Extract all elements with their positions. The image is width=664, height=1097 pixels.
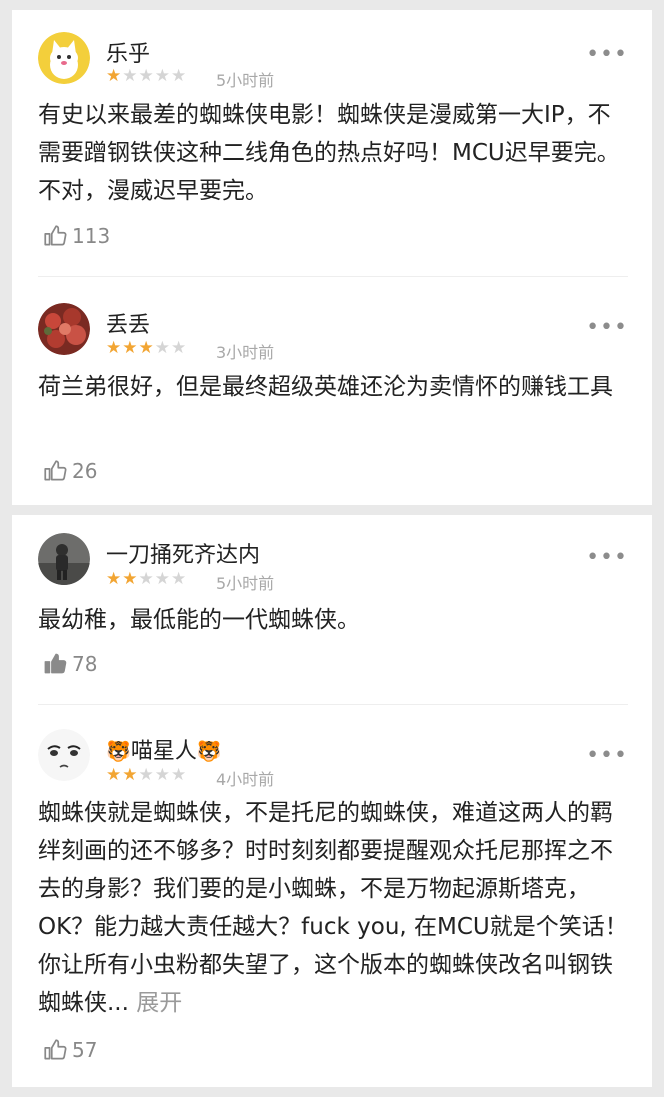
comment-text: 荷兰弟很好，但是最终超级英雄还沦为卖情怀的赚钱工具	[38, 374, 613, 400]
avatar[interactable]	[38, 533, 90, 585]
comment-item: 🐯喵星人🐯 ★★★★★ 4小时前 ••• 蜘蛛侠就是蜘蛛侠，不是托尼的蜘蛛侠，难…	[12, 707, 652, 1087]
star-empty-icon: ★	[122, 66, 139, 86]
star-filled-icon: ★	[138, 338, 155, 358]
comment-text: 蜘蛛侠就是蜘蛛侠，不是托尼的蜘蛛侠，难道这两人的羁绊刻画的还不够多？时时刻刻都要…	[38, 800, 628, 1016]
avatar[interactable]	[38, 303, 90, 355]
timestamp: 5小时前	[216, 574, 275, 593]
star-empty-icon: ★	[138, 66, 155, 86]
star-rating: ★★★★★	[106, 569, 187, 589]
comment-text: 最幼稚，最低能的一代蜘蛛侠。	[38, 607, 360, 633]
tiger-icon: 🐯	[196, 739, 222, 763]
star-empty-icon: ★	[171, 765, 188, 785]
username[interactable]: 丢丢	[106, 307, 150, 339]
thumbs-up-icon	[44, 1039, 67, 1060]
tiger-icon: 🐯	[106, 739, 131, 763]
like-button[interactable]: 26	[42, 458, 97, 484]
star-filled-icon: ★	[106, 765, 123, 785]
star-rating: ★★★★★	[106, 66, 187, 86]
username[interactable]: 一刀捅死齐达内	[106, 537, 260, 569]
star-empty-icon: ★	[138, 569, 155, 589]
star-rating: ★★★★★	[106, 765, 187, 785]
comment-item: 乐乎 ★★★★★ 5小时前 ••• 有史以来最差的蜘蛛侠电影！蜘蛛侠是漫威第一大…	[12, 10, 652, 278]
comment-text: 有史以来最差的蜘蛛侠电影！蜘蛛侠是漫威第一大IP，不需要蹭钢铁侠这种二线角色的热…	[38, 102, 620, 204]
username[interactable]: 乐乎	[106, 36, 150, 68]
divider	[38, 276, 628, 277]
star-empty-icon: ★	[154, 569, 171, 589]
avatar[interactable]	[38, 32, 90, 84]
like-count: 26	[72, 459, 98, 483]
like-button[interactable]: 113	[42, 223, 110, 249]
star-filled-icon: ★	[106, 569, 123, 589]
star-empty-icon: ★	[171, 569, 188, 589]
timestamp: 5小时前	[216, 71, 275, 90]
star-empty-icon: ★	[154, 66, 171, 86]
timestamp: 3小时前	[216, 343, 275, 362]
more-icon[interactable]: •••	[586, 745, 628, 767]
like-count: 57	[72, 1038, 98, 1062]
star-filled-icon: ★	[122, 338, 139, 358]
star-empty-icon: ★	[171, 338, 188, 358]
star-filled-icon: ★	[122, 569, 139, 589]
timestamp: 4小时前	[216, 770, 275, 789]
review-card: 一刀捅死齐达内 ★★★★★ 5小时前 ••• 最幼稚，最低能的一代蜘蛛侠。 78…	[12, 515, 652, 1087]
comment-item: 一刀捅死齐达内 ★★★★★ 5小时前 ••• 最幼稚，最低能的一代蜘蛛侠。 78	[12, 515, 652, 705]
star-empty-icon: ★	[138, 765, 155, 785]
divider	[38, 704, 628, 705]
star-empty-icon: ★	[154, 338, 171, 358]
more-icon[interactable]: •••	[586, 547, 628, 569]
more-icon[interactable]: •••	[586, 317, 628, 339]
star-filled-icon: ★	[122, 765, 139, 785]
like-count: 78	[72, 652, 98, 676]
star-filled-icon: ★	[106, 338, 123, 358]
star-empty-icon: ★	[171, 66, 188, 86]
like-button[interactable]: 78	[42, 651, 97, 677]
expand-link[interactable]: 展开	[136, 990, 182, 1016]
thumbs-up-icon	[44, 225, 67, 246]
username[interactable]: 🐯喵星人🐯	[106, 733, 222, 765]
review-card: 乐乎 ★★★★★ 5小时前 ••• 有史以来最差的蜘蛛侠电影！蜘蛛侠是漫威第一大…	[12, 10, 652, 505]
like-button[interactable]: 57	[42, 1037, 97, 1063]
more-icon[interactable]: •••	[586, 44, 628, 66]
star-rating: ★★★★★	[106, 338, 187, 358]
star-empty-icon: ★	[154, 765, 171, 785]
comment-item: 丢丢 ★★★★★ 3小时前 ••• 荷兰弟很好，但是最终超级英雄还沦为卖情怀的赚…	[12, 280, 652, 505]
star-filled-icon: ★	[106, 66, 123, 86]
like-count: 113	[72, 224, 111, 248]
thumbs-up-icon	[44, 460, 67, 481]
avatar[interactable]	[38, 729, 90, 781]
thumbs-up-filled-icon	[44, 653, 67, 674]
